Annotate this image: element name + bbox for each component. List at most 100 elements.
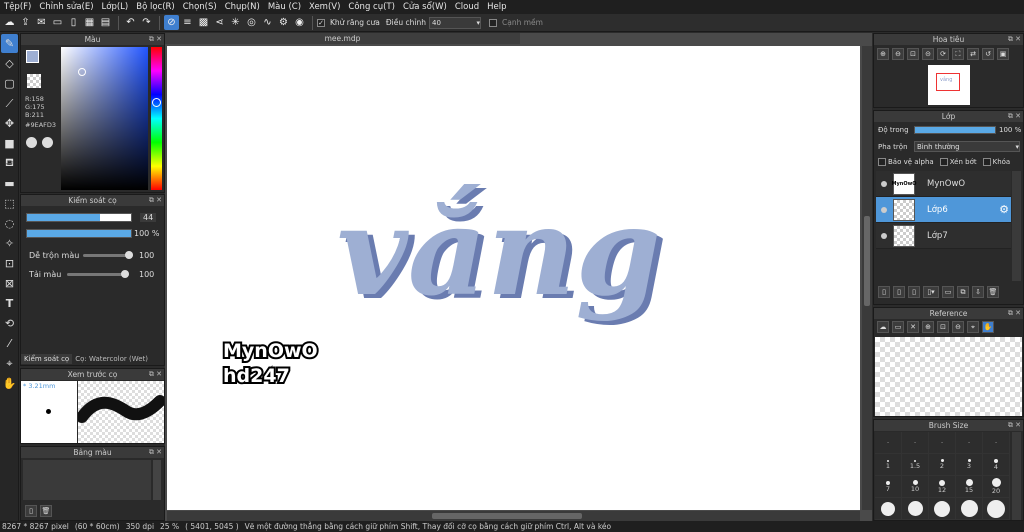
fullscreen-icon[interactable]: ⛶ bbox=[952, 48, 964, 60]
close-icon[interactable]: ✕ bbox=[907, 321, 919, 333]
brush-size-cell[interactable]: 12 bbox=[929, 476, 956, 498]
reload-slider[interactable] bbox=[67, 269, 129, 278]
bucket-tool-icon[interactable]: ⛾ bbox=[1, 154, 18, 173]
new-8bit-layer-icon[interactable]: ▯ bbox=[893, 286, 905, 298]
canvas[interactable]: vắng vắng MynOwO hd247 bbox=[167, 46, 860, 510]
menu-color[interactable]: Màu (C) bbox=[264, 2, 305, 12]
lasso-tool-icon[interactable]: ◌ bbox=[1, 214, 18, 233]
brush-size-cell[interactable]: 7 bbox=[875, 476, 902, 498]
clipping-checkbox[interactable] bbox=[939, 158, 948, 166]
open-folder-icon[interactable]: ▭ bbox=[892, 321, 904, 333]
pen-tool-icon[interactable]: ⟋ bbox=[1, 94, 18, 113]
zoom-out-icon[interactable]: ⊖ bbox=[892, 48, 904, 60]
lock-checkbox[interactable] bbox=[982, 158, 991, 166]
brush-size-cell[interactable]: 20 bbox=[983, 476, 1010, 498]
curve-snap-icon[interactable]: ∿ bbox=[260, 15, 275, 30]
add-layer-menu-icon[interactable]: ▯▾ bbox=[923, 286, 939, 298]
brush-size-cell[interactable]: 15 bbox=[956, 476, 983, 498]
layer-item-lop6[interactable]: Lớp6 ⚙ bbox=[876, 197, 1011, 223]
palette-area[interactable] bbox=[23, 460, 151, 500]
layer-opacity-bar[interactable] bbox=[914, 126, 996, 134]
perspective-snap-icon[interactable]: ⋖ bbox=[212, 15, 227, 30]
menu-cloud[interactable]: Cloud bbox=[451, 2, 483, 12]
undo-icon[interactable]: ↶ bbox=[123, 15, 138, 30]
rotate-icon[interactable]: ⟳ bbox=[937, 48, 949, 60]
menu-filter[interactable]: Bộ lọc(R) bbox=[132, 2, 179, 12]
layer-list-scrollbar[interactable] bbox=[1012, 171, 1021, 281]
zoom-reset-icon[interactable]: ⊝ bbox=[922, 48, 934, 60]
color-picker-cursor[interactable] bbox=[78, 68, 86, 76]
navigator-thumbnail[interactable]: vắng bbox=[928, 65, 970, 105]
brush-size-cell[interactable]: 4 bbox=[983, 454, 1010, 476]
new-layer-icon[interactable]: ▯ bbox=[878, 286, 890, 298]
soft-edge-checkbox[interactable] bbox=[489, 18, 497, 27]
hue-slider[interactable] bbox=[151, 47, 162, 190]
vertical-scroll-thumb[interactable] bbox=[864, 216, 870, 306]
parallel-snap-icon[interactable]: ≡ bbox=[180, 15, 195, 30]
rectangle-tool-icon[interactable]: ▢ bbox=[1, 74, 18, 93]
reset-view-icon[interactable]: ↺ bbox=[982, 48, 994, 60]
visibility-eye-icon[interactable] bbox=[881, 206, 887, 213]
circle-snap-icon[interactable]: ◎ bbox=[244, 15, 259, 30]
document-tab[interactable]: mee.mdp bbox=[165, 33, 520, 44]
brush-size-cell[interactable]: 1.5 bbox=[902, 454, 929, 476]
folder-icon[interactable]: ▭ bbox=[942, 286, 954, 298]
trash-icon[interactable]: 🗑 bbox=[40, 505, 52, 517]
move-tool-icon[interactable]: ✥ bbox=[1, 114, 18, 133]
hand-tool-icon[interactable]: ✋ bbox=[1, 374, 18, 393]
menu-select[interactable]: Chọn(S) bbox=[179, 2, 221, 12]
select-eraser-icon[interactable]: ⊠ bbox=[1, 274, 18, 293]
brush-size-bar[interactable] bbox=[26, 213, 132, 222]
fill-shape-icon[interactable]: ■ bbox=[1, 134, 18, 153]
antialias-checkbox[interactable]: ✓ bbox=[317, 18, 325, 27]
brush-size-cell[interactable]: 2 bbox=[929, 454, 956, 476]
visibility-eye-icon[interactable] bbox=[881, 180, 887, 187]
select-pen-icon[interactable]: ⊡ bbox=[1, 254, 18, 273]
magic-wand-icon[interactable]: ✧ bbox=[1, 234, 18, 253]
blend-mode-select[interactable]: Bình thường ▾ bbox=[914, 141, 1020, 152]
protect-alpha-checkbox[interactable] bbox=[878, 158, 886, 166]
brush-size-cell[interactable]: · bbox=[983, 432, 1010, 454]
palette-scrollbar[interactable] bbox=[153, 460, 161, 500]
color-circle-icon[interactable] bbox=[42, 137, 53, 148]
brush-size-cell[interactable] bbox=[956, 498, 983, 520]
menu-layer[interactable]: Lớp(L) bbox=[98, 2, 133, 12]
menu-file[interactable]: Tệp(F) bbox=[0, 2, 35, 12]
eyedropper-icon[interactable]: ⌖ bbox=[967, 321, 979, 333]
current-color-swatch[interactable] bbox=[26, 50, 39, 63]
adjust-select[interactable]: 40 ▾ bbox=[429, 16, 481, 29]
settings-icon[interactable]: ⚙ bbox=[276, 15, 291, 30]
brush-tool-icon[interactable]: ✎ bbox=[1, 34, 18, 53]
gear-icon[interactable]: ⚙ bbox=[999, 203, 1009, 216]
save-icon[interactable]: ▤ bbox=[98, 15, 113, 30]
brush-size-cell[interactable]: 1 bbox=[875, 454, 902, 476]
flip-icon[interactable]: ⇄ bbox=[967, 48, 979, 60]
brush-size-value[interactable]: 44 bbox=[140, 213, 157, 222]
brush-size-scrollbar[interactable] bbox=[1012, 432, 1021, 520]
tab-brush-control[interactable]: Kiểm soát cọ bbox=[21, 354, 73, 364]
grid-file-icon[interactable]: ▦ bbox=[82, 15, 97, 30]
horizontal-scrollbar[interactable] bbox=[167, 511, 860, 521]
share-icon[interactable]: ⇪ bbox=[18, 15, 33, 30]
reference-canvas[interactable] bbox=[875, 337, 1022, 416]
merge-layer-icon[interactable]: ⇩ bbox=[972, 286, 984, 298]
transform-tool-icon[interactable]: ⟲ bbox=[1, 314, 18, 333]
brush-size-cell[interactable]: 3 bbox=[956, 454, 983, 476]
divider-tool-icon[interactable]: ⁄ bbox=[1, 334, 18, 353]
brush-opacity-bar[interactable] bbox=[26, 229, 132, 238]
hand-icon[interactable]: ✋ bbox=[982, 321, 994, 333]
menu-edit[interactable]: Chỉnh sửa(E) bbox=[35, 2, 97, 12]
zoom-in-icon[interactable]: ⊕ bbox=[922, 321, 934, 333]
brush-size-cell[interactable] bbox=[875, 498, 902, 520]
comment-icon[interactable]: ✉ bbox=[34, 15, 49, 30]
eraser-tool-icon[interactable]: ◇ bbox=[1, 54, 18, 73]
grid-snap-icon[interactable]: ▩ bbox=[196, 15, 211, 30]
cloud-upload-icon[interactable]: ☁ bbox=[877, 321, 889, 333]
new-file-icon[interactable]: ▯ bbox=[66, 15, 81, 30]
menu-window[interactable]: Cửa sổ(W) bbox=[399, 2, 451, 12]
menu-capture[interactable]: Chụp(N) bbox=[221, 2, 264, 12]
vertical-scrollbar[interactable] bbox=[862, 46, 872, 510]
eyedropper-tool-icon[interactable]: ⌖ bbox=[1, 354, 18, 373]
layer-item-mynowo[interactable]: MynOwO MynOwO bbox=[876, 171, 1011, 197]
select-rect-icon[interactable]: ⬚ bbox=[1, 194, 18, 213]
